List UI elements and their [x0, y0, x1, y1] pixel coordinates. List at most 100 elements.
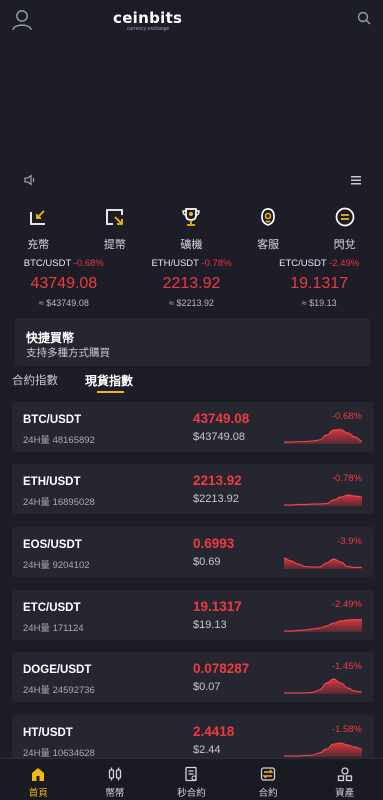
quick-deposit[interactable]: 充幣	[0, 200, 77, 251]
assets-icon	[337, 767, 352, 782]
tab-spot-index[interactable]: 現貨指數	[85, 372, 133, 389]
coins-icon	[108, 767, 122, 781]
market-change: -1.58%	[331, 724, 362, 735]
market-pair: DOGE/USDT	[23, 664, 92, 676]
speaker-icon[interactable]	[24, 174, 36, 186]
sparkline-chart	[284, 678, 362, 694]
quick-withdraw[interactable]: 提幣	[77, 200, 154, 251]
market-pair: HT/USDT	[23, 727, 73, 739]
ticker-change: -2.49%	[329, 258, 360, 269]
ticker-price: 2213.92	[162, 275, 221, 292]
search-icon[interactable]	[357, 11, 371, 25]
ticker-usd: ≈ $43749.08	[38, 298, 89, 308]
quick-support[interactable]: 客服	[230, 200, 307, 251]
market-volume: 24H量 9204102	[23, 560, 90, 571]
market-volume: 24H量 48165892	[23, 435, 95, 446]
quick-label: 提幣	[103, 239, 126, 251]
quick-label: 客服	[257, 239, 280, 251]
withdraw-icon	[105, 209, 123, 225]
deposit-icon	[30, 210, 46, 225]
market-pair: ETH/USDT	[23, 476, 81, 488]
sparkline-chart	[284, 557, 362, 569]
ticker-item[interactable]: ETC/USDT -2.49% 19.1317 ≈ $19.13	[255, 258, 383, 308]
ticker-item[interactable]: ETH/USDT -0.78% 2213.92 ≈ $2213.92	[128, 258, 256, 308]
market-row[interactable]: BTC/USDT 24H量 48165892 43749.08 $43749.0…	[12, 402, 374, 452]
ticker-usd: ≈ $19.13	[301, 298, 337, 308]
nav-label: 資產	[335, 788, 355, 799]
support-icon	[261, 208, 275, 226]
app-header: ceinbits currency exchange	[0, 0, 383, 40]
home-icon	[32, 768, 45, 781]
nav-assets[interactable]: 資產	[306, 759, 383, 800]
trophy-icon	[182, 208, 201, 226]
index-tabs: 合約指數 現貨指數	[0, 371, 383, 395]
logo-text: ceinbits	[113, 9, 183, 27]
market-row[interactable]: ETC/USDT 24H量 171124 19.1317 $19.13 -2.4…	[12, 590, 374, 640]
bottom-nav: 首頁 幣幣 秒合約 合約 資產	[0, 758, 383, 800]
nav-label: 首頁	[28, 788, 48, 799]
market-usd: $19.13	[193, 619, 227, 631]
quick-exchange[interactable]: 閃兌	[306, 200, 383, 251]
nav-coins[interactable]: 幣幣	[77, 759, 154, 800]
nav-label: 合約	[258, 788, 278, 799]
quick-mining[interactable]: 礦機	[153, 200, 230, 251]
market-change: -1.45%	[331, 661, 362, 672]
nav-label: 幣幣	[105, 788, 125, 799]
quick-label: 礦機	[180, 239, 203, 251]
market-usd: $0.07	[193, 681, 221, 693]
market-volume: 24H量 16895028	[23, 497, 95, 508]
quick-buy-card[interactable]: 快捷買幣 支持多種方式購買	[15, 318, 370, 366]
ticker-usd: ≈ $2213.92	[169, 298, 214, 308]
sparkline-chart	[284, 742, 362, 757]
market-pair: BTC/USDT	[23, 414, 82, 426]
ticker-price: 43749.08	[30, 275, 98, 292]
market-price: 2.4418	[193, 724, 235, 739]
tab-contract-index[interactable]: 合約指數	[12, 372, 58, 388]
market-usd: $0.69	[193, 556, 221, 568]
market-price: 0.078287	[193, 661, 250, 676]
notice-bar	[0, 172, 383, 190]
ticker-change: -0.78%	[201, 258, 232, 269]
ticker-item[interactable]: BTC/USDT -0.68% 43749.08 ≈ $43749.08	[0, 258, 128, 308]
ticker-header: BTC/USDT -0.68%	[0, 258, 128, 269]
nav-label: 秒合約	[177, 788, 206, 799]
nav-second-contract[interactable]: 秒合約	[153, 759, 230, 800]
ticker-pair: ETH/USDT	[151, 258, 199, 269]
market-change: -2.49%	[331, 599, 362, 610]
market-price: 2213.92	[193, 473, 242, 488]
market-pair: EOS/USDT	[23, 539, 82, 551]
market-row[interactable]: DOGE/USDT 24H量 24592736 0.078287 $0.07 -…	[12, 652, 374, 702]
market-volume: 24H量 24592736	[23, 685, 95, 696]
quick-actions: 充幣 提幣 礦機 客服 閃兌	[0, 200, 383, 251]
active-tab-indicator	[97, 391, 124, 393]
sparkline-chart	[284, 494, 362, 506]
market-change: -0.78%	[331, 473, 362, 484]
nav-contract[interactable]: 合約	[230, 759, 307, 800]
ticker-price: 19.1317	[290, 275, 349, 292]
market-price: 43749.08	[193, 411, 250, 426]
market-change: -0.68%	[331, 411, 362, 422]
sparkline-chart	[284, 429, 362, 444]
market-usd: $2213.92	[193, 493, 239, 505]
market-volume: 24H量 171124	[23, 623, 84, 634]
logo: ceinbits currency exchange	[113, 10, 183, 32]
nav-home[interactable]: 首頁	[0, 759, 77, 800]
market-row[interactable]: ETH/USDT 24H量 16895028 2213.92 $2213.92 …	[12, 464, 374, 514]
exchange-icon	[335, 207, 355, 227]
ticker-header: ETC/USDT -2.49%	[255, 258, 383, 269]
menu-icon[interactable]	[351, 176, 361, 185]
document-icon	[185, 766, 198, 782]
quick-label: 充幣	[27, 239, 50, 251]
market-row[interactable]: EOS/USDT 24H量 9204102 0.6993 $0.69 -3.9%	[12, 527, 374, 577]
market-price: 0.6993	[193, 536, 235, 551]
sparkline-chart	[284, 619, 362, 632]
swap-icon	[260, 767, 276, 781]
ticker-strip: BTC/USDT -0.68% 43749.08 ≈ $43749.08 ETH…	[0, 258, 383, 308]
market-usd: $2.44	[193, 744, 221, 756]
user-icon[interactable]	[12, 9, 32, 31]
market-pair: ETC/USDT	[23, 602, 81, 614]
market-usd: $43749.08	[193, 431, 245, 443]
quick-buy-title: 快捷買幣	[26, 331, 75, 345]
market-price: 19.1317	[193, 599, 242, 614]
ticker-pair: ETC/USDT	[279, 258, 327, 269]
